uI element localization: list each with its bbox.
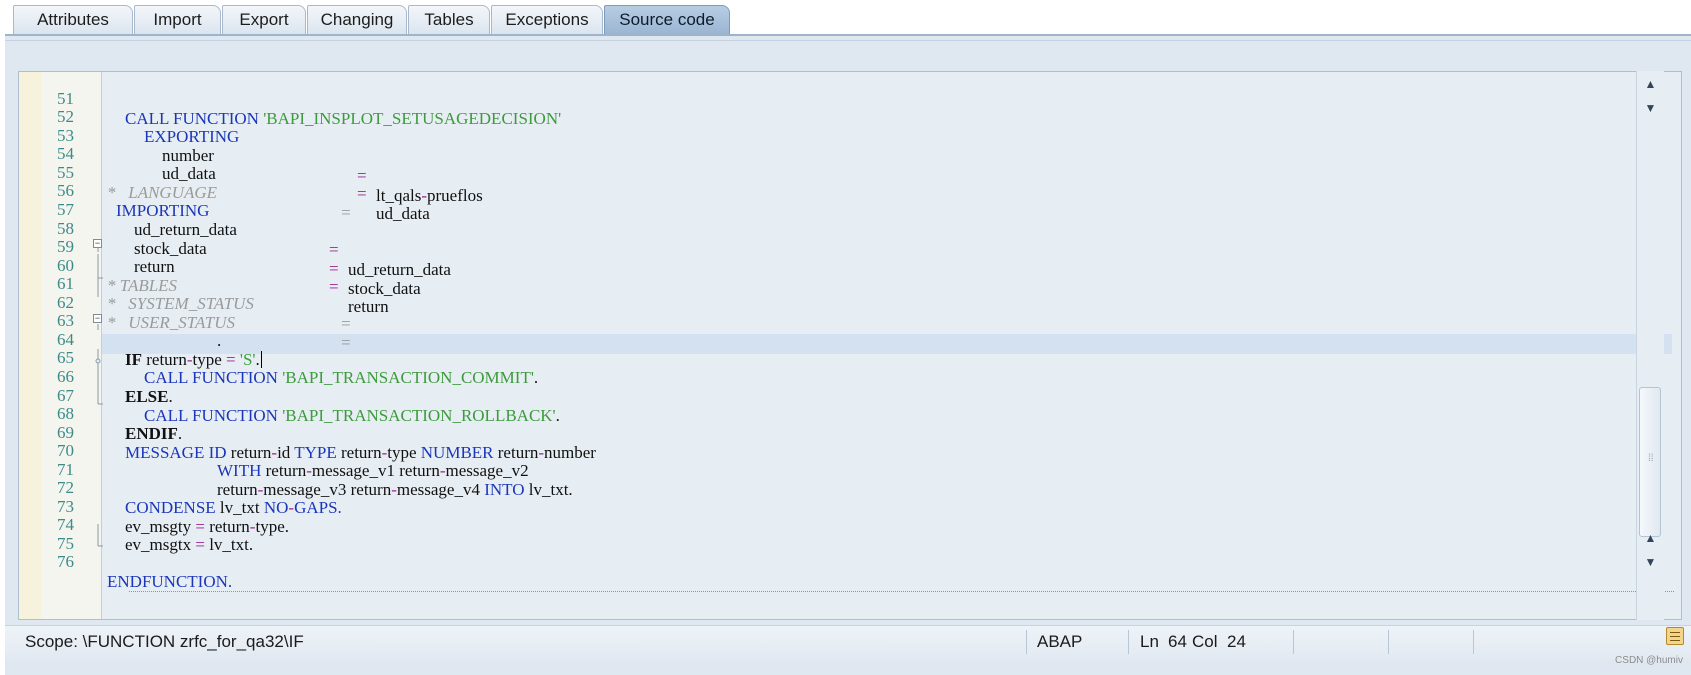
tab-source-code[interactable]: Source code <box>604 5 730 34</box>
code-line[interactable]: 76 ENDFUNCTION. <box>19 532 1639 591</box>
scroll-up-icon[interactable]: ▲ <box>1637 73 1664 95</box>
code-line[interactable]: 72 CONDENSE lv_txt NO-GAPS. <box>19 458 1639 517</box>
tab-tables[interactable]: Tables <box>408 5 490 34</box>
watermark: CSDN @humiv <box>1615 655 1683 666</box>
code-line[interactable]: 69 MESSAGE ID return-id TYPE return-type… <box>19 403 1639 462</box>
code-line[interactable]: 65 CALL FUNCTION 'BAPI_TRANSACTION_COMMI… <box>19 328 1639 387</box>
tab-changing[interactable]: Changing <box>307 5 407 34</box>
code-line[interactable]: 60 * TABLES <box>19 236 1639 295</box>
code-line[interactable]: 57 ud_return_data = ud_return_data <box>19 180 1639 279</box>
status-divider <box>1473 630 1474 654</box>
vertical-scrollbar[interactable]: ▲ ▼ ⁞⁞ ▲ ▼ <box>1636 71 1664 620</box>
tab-strip: Attributes Import Export Changing Tables… <box>0 0 1691 34</box>
code-line[interactable]: 59 return = return <box>19 217 1639 316</box>
code-line[interactable]: 56 IMPORTING <box>19 161 1639 220</box>
code-line[interactable]: 55 * LANGUAGE = <box>19 143 1639 222</box>
code-line[interactable]: 71 return-message_v3 return-message_v4 I… <box>19 440 1639 499</box>
line-label: Ln <box>1140 632 1159 651</box>
status-divider <box>1128 630 1129 654</box>
code-line[interactable]: 66 ELSE. <box>19 347 1639 406</box>
column-value: 24 <box>1227 632 1246 651</box>
code-line[interactable]: 52 EXPORTING <box>19 87 1639 146</box>
scroll-down-icon[interactable]: ▼ <box>1637 97 1664 119</box>
tab-exceptions[interactable]: Exceptions <box>491 5 603 34</box>
end-of-source-marker <box>129 591 1674 592</box>
code-line[interactable]: 54 ud_data = ud_data <box>19 124 1639 223</box>
code-line[interactable]: 61 * SYSTEM_STATUS = <box>19 254 1639 333</box>
code-line[interactable]: 70 WITH return-message_v1 return-message… <box>19 421 1639 480</box>
line-number: 76 <box>57 552 74 571</box>
code-line[interactable]: 62 * USER_STATUS = <box>19 273 1639 352</box>
scroll-up-icon[interactable]: ▲ <box>1637 527 1664 549</box>
notes-icon[interactable] <box>1666 627 1684 645</box>
keyword: ENDFUNCTION. <box>107 572 233 591</box>
code-line[interactable]: 74 ev_msgtx = lv_txt. <box>19 495 1639 554</box>
scroll-down-icon[interactable]: ▼ <box>1637 551 1664 573</box>
code-editor[interactable]: − − 51 CALL FUNCTION 'BAPI_INSPLOT_SETUS… <box>18 71 1682 620</box>
status-divider <box>1026 630 1027 654</box>
code-line[interactable]: 53 number = lt_qals-prueflos <box>19 106 1639 205</box>
tab-import[interactable]: Import <box>134 5 221 34</box>
code-line[interactable]: 67 CALL FUNCTION 'BAPI_TRANSACTION_ROLLB… <box>19 366 1639 425</box>
status-divider <box>1293 630 1294 654</box>
code-line[interactable]: 58 stock_data = stock_data <box>19 199 1639 298</box>
tab-attributes[interactable]: Attributes <box>13 5 133 34</box>
tab-export[interactable]: Export <box>222 5 306 34</box>
status-divider <box>1388 630 1389 654</box>
code-line[interactable]: 68 ENDIF. <box>19 384 1639 443</box>
frame-divider <box>5 40 1691 41</box>
scrollbar-thumb[interactable]: ⁞⁞ <box>1639 387 1661 537</box>
code-line[interactable]: 75 <box>19 514 1639 553</box>
code-line[interactable]: 64 IF return-type = 'S'. <box>19 310 1639 369</box>
grip-icon: ⁞⁞ <box>1648 453 1654 464</box>
line-value: 64 <box>1168 632 1187 651</box>
status-bar: Scope: \FUNCTION zrfc_for_qa32\IF ABAP L… <box>5 625 1691 660</box>
column-label: Col <box>1192 632 1218 651</box>
language-indicator: ABAP <box>1037 632 1083 651</box>
code-line[interactable]: 63 . <box>19 291 1639 350</box>
code-line[interactable]: 73 ev_msgty = return-type. <box>19 477 1639 536</box>
scope-indicator: Scope: \FUNCTION zrfc_for_qa32\IF <box>25 632 304 651</box>
